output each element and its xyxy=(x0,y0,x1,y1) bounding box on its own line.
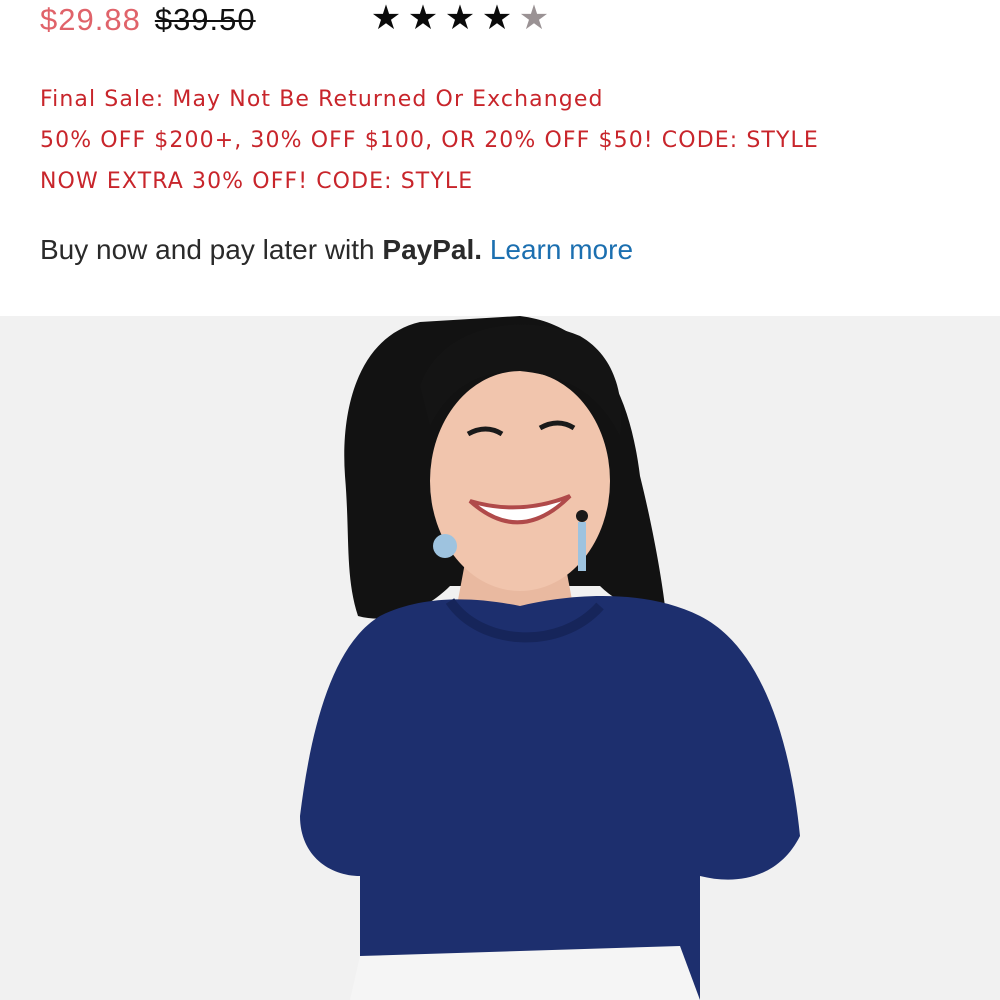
promo-tiered-discount: 50% OFF $200+, 30% OFF $100, OR 20% OFF … xyxy=(40,128,819,153)
paypal-message: Buy now and pay later with PayPal. Learn… xyxy=(40,234,633,266)
product-image[interactable] xyxy=(0,316,1000,1000)
paypal-logo: PayPal. xyxy=(382,234,483,265)
paypal-text: Buy now and pay later with xyxy=(40,234,375,265)
learn-more-link[interactable]: Learn more xyxy=(490,234,633,265)
star-empty-icon: ★ xyxy=(518,0,551,38)
product-detail-page: $29.88 $39.50 ★ ★ ★ ★ ★ Final Sale: May … xyxy=(0,0,1000,1000)
original-price: $39.50 xyxy=(154,2,256,37)
sale-price: $29.88 xyxy=(40,2,141,37)
star-full-icon: ★ xyxy=(407,0,440,38)
promo-extra-discount: NOW EXTRA 30% OFF! CODE: STYLE xyxy=(40,169,474,194)
star-full-icon: ★ xyxy=(444,0,477,38)
star-rating[interactable]: ★ ★ ★ ★ ★ xyxy=(368,0,553,42)
promo-messages: Final Sale: May Not Be Returned Or Excha… xyxy=(40,85,819,208)
star-full-icon: ★ xyxy=(370,0,403,38)
star-full-icon: ★ xyxy=(481,0,514,38)
final-sale-notice: Final Sale: May Not Be Returned Or Excha… xyxy=(40,87,604,112)
price-row: $29.88 $39.50 xyxy=(40,0,256,44)
model-photo-icon xyxy=(0,316,1000,1000)
